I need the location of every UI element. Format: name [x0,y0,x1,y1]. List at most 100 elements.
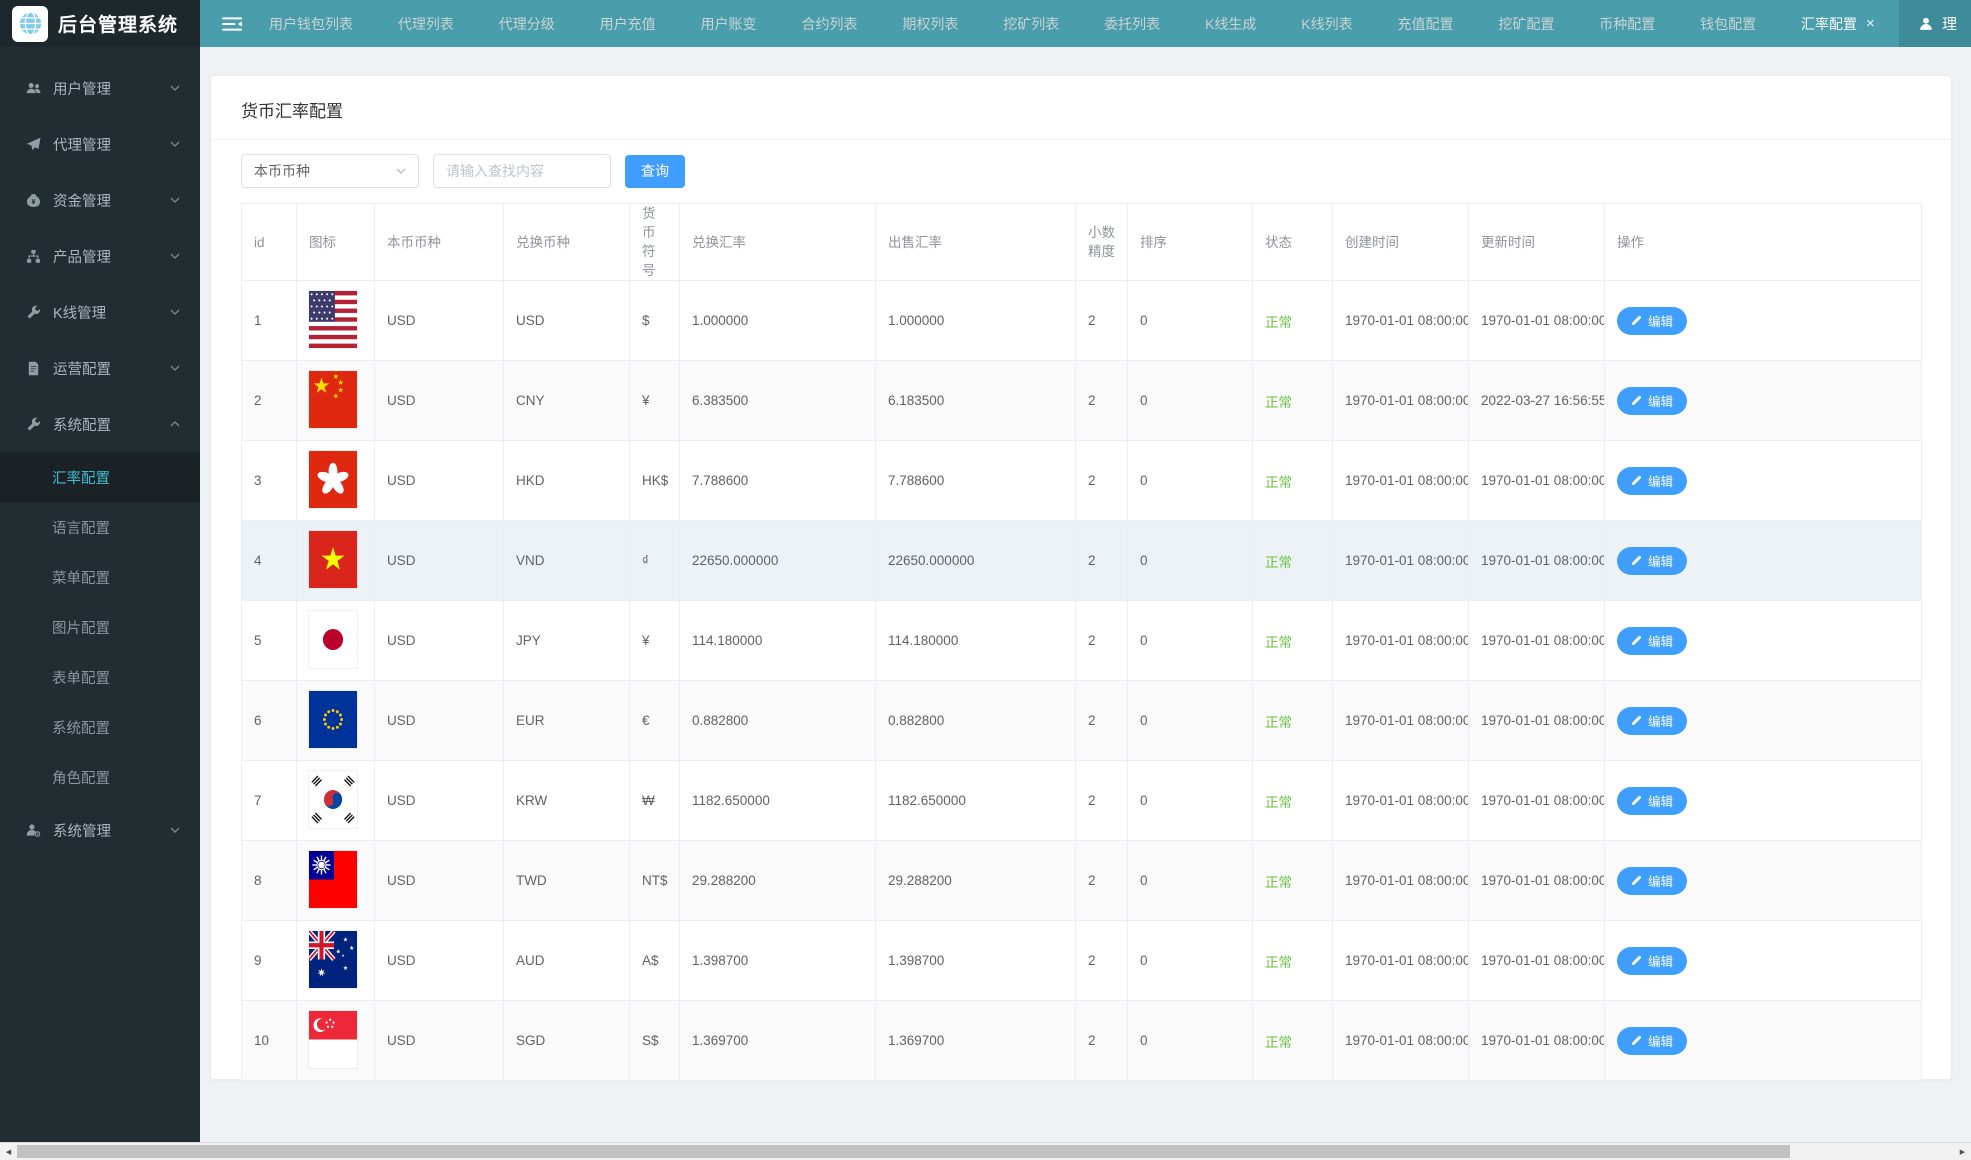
user-menu[interactable]: 理 [1899,0,1971,47]
tab-item[interactable]: 用户账变 [691,0,767,47]
cell-sort: 0 [1128,841,1253,921]
edit-button[interactable]: 编辑 [1617,867,1687,895]
tab-item[interactable]: 汇率配置× [1791,0,1885,47]
column-header: 排序 [1128,204,1253,281]
cell-base: USD [375,601,504,681]
status-badge: 正常 [1265,955,1292,970]
sidebar-subitem[interactable]: 菜单配置 [0,552,200,602]
edit-button[interactable]: 编辑 [1617,627,1687,655]
sidebar-item[interactable]: 代理管理 [0,116,200,172]
tab-item[interactable]: K线生成 [1195,0,1266,47]
cell-exchange_rate: 6.383500 [680,361,876,441]
edit-button-label: 编辑 [1648,551,1673,570]
scrollbar-thumb[interactable] [17,1145,1790,1158]
tab-close-icon[interactable]: × [1866,16,1875,31]
cell-symbol: HK$ [630,441,680,521]
edit-button[interactable]: 编辑 [1617,307,1687,335]
column-header: 货币符号 [630,204,680,281]
cell-id: 10 [242,1001,297,1081]
tab-item[interactable]: 充值配置 [1387,0,1463,47]
cell-base: USD [375,761,504,841]
cell-symbol: ¥ [630,361,680,441]
sidebar-item[interactable]: K线管理 [0,284,200,340]
edit-button[interactable]: 编辑 [1617,787,1687,815]
status-badge: 正常 [1265,795,1292,810]
cell-precision: 2 [1076,841,1128,921]
cell-sell_rate: 114.180000 [876,601,1076,681]
scroll-left-arrow-icon[interactable]: ◀ [0,1143,17,1160]
horizontal-scrollbar[interactable]: ◀ ▶ [0,1142,1971,1159]
tab-item[interactable]: 钱包配置 [1690,0,1766,47]
sidebar-item[interactable]: 用户管理 [0,60,200,116]
tab-item[interactable]: 用户充值 [590,0,666,47]
edit-button[interactable]: 编辑 [1617,387,1687,415]
currency-type-select[interactable]: 本币币种 [241,154,419,188]
tab-item[interactable]: 合约列表 [791,0,867,47]
tab-item[interactable]: 挖矿列表 [993,0,1069,47]
edit-button-label: 编辑 [1648,1031,1673,1050]
cell-created_at: 1970-01-01 08:00:00 [1333,681,1469,761]
sidebar-item[interactable]: 产品管理 [0,228,200,284]
cell-flag [297,601,375,681]
sidebar-item[interactable]: 系统配置 [0,396,200,452]
table-row: 6USDEUR€0.8828000.88280020正常1970-01-01 0… [242,681,1922,761]
tab-item[interactable]: 币种配置 [1589,0,1665,47]
search-input[interactable] [433,154,611,188]
tab-label: 挖矿配置 [1498,14,1554,34]
cell-base: USD [375,1001,504,1081]
cell-updated_at: 1970-01-01 08:00:00 [1469,601,1605,681]
cell-symbol: $ [630,281,680,361]
tab-label: 用户账变 [701,14,757,34]
tab-item[interactable]: 委托列表 [1094,0,1170,47]
sidebar-subitem[interactable]: 汇率配置 [0,452,200,502]
edit-button[interactable]: 编辑 [1617,947,1687,975]
sidebar-subitem[interactable]: 系统配置 [0,702,200,752]
tab-item[interactable]: 代理列表 [388,0,464,47]
cell-exchange_rate: 1.000000 [680,281,876,361]
cell-flag [297,521,375,601]
cell-exchange_rate: 29.288200 [680,841,876,921]
table-row: 3USDHKDHK$7.7886007.78860020正常1970-01-01… [242,441,1922,521]
cell-updated_at: 1970-01-01 08:00:00 [1469,761,1605,841]
pencil-icon [1631,555,1642,566]
edit-button-label: 编辑 [1648,471,1673,490]
pencil-icon [1631,635,1642,646]
cell-base: USD [375,681,504,761]
sidebar-subitem-label: 菜单配置 [52,567,110,588]
sidebar-collapse-icon[interactable] [200,0,259,47]
tab-item[interactable]: K线列表 [1291,0,1362,47]
edit-button[interactable]: 编辑 [1617,547,1687,575]
sidebar-subitem[interactable]: 角色配置 [0,752,200,802]
cell-sell_rate: 7.788600 [876,441,1076,521]
cell-exchange_rate: 0.882800 [680,681,876,761]
sidebar-item[interactable]: 运营配置 [0,340,200,396]
tab-bar: 用户钱包列表代理列表代理分级用户充值 用户账变 合约列表期权列表挖矿列表委托列表 K线… [259,0,1899,47]
sidebar-subitem-label: 汇率配置 [52,467,110,488]
kr-flag-icon [309,771,357,828]
cell-sort: 0 [1128,921,1253,1001]
scroll-right-arrow-icon[interactable]: ▶ [1954,1143,1971,1160]
edit-button[interactable]: 编辑 [1617,707,1687,735]
cell-id: 9 [242,921,297,1001]
sidebar-subitem[interactable]: 语言配置 [0,502,200,552]
chevron-down-icon [170,141,180,147]
cell-sort: 0 [1128,281,1253,361]
chevron-down-icon [170,253,180,259]
sidebar-subitem-label: 表单配置 [52,667,110,688]
tab-item[interactable]: 期权列表 [892,0,968,47]
tab-item[interactable]: 用户钱包列表 [259,0,363,47]
cell-symbol: ₫ [630,521,680,601]
edit-button[interactable]: 编辑 [1617,1027,1687,1055]
sidebar-item[interactable]: ¥资金管理 [0,172,200,228]
cell-action: 编辑 [1605,921,1922,1001]
tab-item[interactable]: 挖矿配置 [1488,0,1564,47]
tab-item[interactable]: 代理分级 [489,0,565,47]
edit-button[interactable]: 编辑 [1617,467,1687,495]
cell-exchange_rate: 114.180000 [680,601,876,681]
status-badge: 正常 [1265,315,1292,330]
cell-sell_rate: 22650.000000 [876,521,1076,601]
sidebar-subitem[interactable]: 图片配置 [0,602,200,652]
sidebar-subitem[interactable]: 表单配置 [0,652,200,702]
query-button[interactable]: 查询 [625,155,685,188]
sidebar-item[interactable]: 系统管理 [0,802,200,858]
